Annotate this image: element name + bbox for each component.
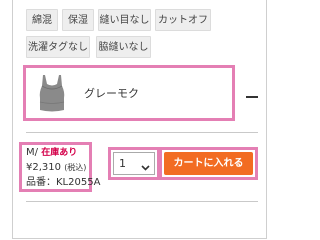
size-stock-line: M/ 在庫あり — [26, 147, 77, 159]
size-label: M/ — [26, 147, 38, 158]
divider — [26, 201, 258, 202]
add-to-cart-button[interactable]: カートに入れる — [164, 152, 253, 175]
tag-no-side-seam: 脇縫いなし — [96, 36, 151, 58]
product-info: M/ 在庫あり ¥2,310 (税込) 品番：KL2055A — [19, 142, 100, 192]
tag-cotton-blend: 綿混 — [26, 9, 58, 31]
tag-seamless: 縫い目なし — [98, 9, 151, 31]
variant-color-name: グレーモク — [84, 87, 139, 100]
price-line: ¥2,310 (税込) — [26, 162, 86, 174]
minus-icon — [246, 96, 258, 98]
stock-status: 在庫あり — [41, 148, 78, 158]
quantity-value: 1 — [119, 157, 126, 170]
cart-highlight: カートに入れる — [159, 147, 258, 180]
variant-row[interactable]: グレーモク — [23, 65, 235, 121]
tax-note: (税込) — [64, 163, 87, 172]
gray-tank-top-icon — [32, 72, 72, 114]
sku: 品番：KL2055A — [26, 177, 101, 188]
tag-no-wash-tag: 洗濯タグなし — [26, 36, 90, 58]
quantity-highlight: 1 — [108, 147, 160, 180]
price: ¥2,310 — [26, 162, 61, 173]
chevron-down-icon — [141, 158, 150, 171]
quantity-select[interactable]: 1 — [113, 152, 155, 175]
tag-cut-off: カットオフ — [155, 9, 211, 31]
tag-moisturizing: 保湿 — [62, 9, 94, 31]
divider — [26, 132, 258, 133]
